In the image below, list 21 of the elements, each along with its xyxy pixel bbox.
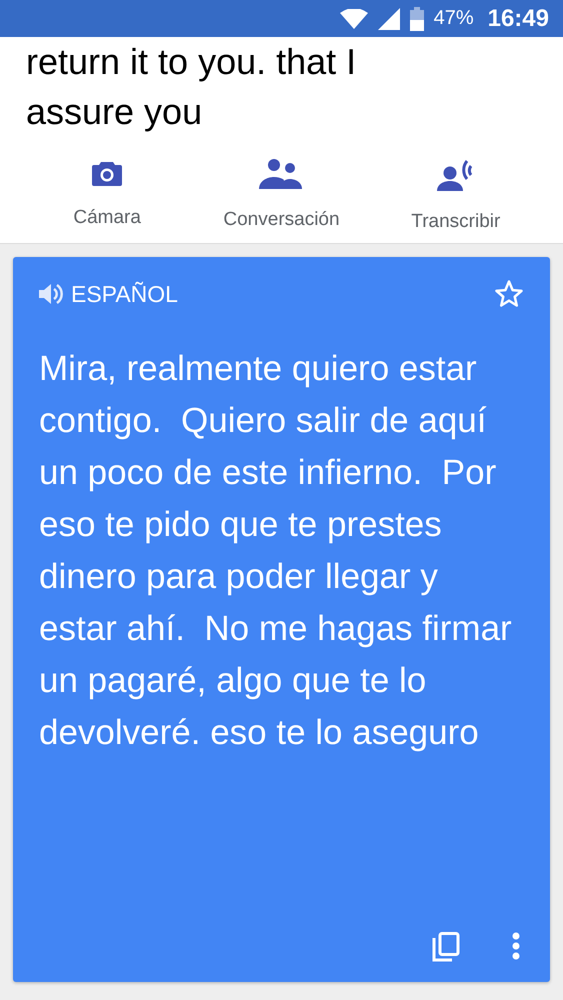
copy-button[interactable]: [432, 932, 460, 962]
translation-text: Mira, realmente quiero estar contigo. Quiero salir de aquí un poco de este infierno. Por eso te pido que te prestes dinero para poder llegar y estar ahí. No me hagas firmar un pagaré, algo que te lo devolveré. eso te lo aseguro: [39, 348, 513, 754]
source-text: return it to you. that I assure you: [26, 40, 358, 134]
copy-icon: [432, 932, 460, 962]
camera-icon: [91, 159, 124, 187]
speaker-icon: [39, 283, 65, 305]
clock-time: 16:49: [488, 4, 549, 32]
star-icon: [494, 279, 524, 309]
star-button[interactable]: [494, 279, 524, 309]
more-button[interactable]: [512, 932, 520, 962]
battery-icon: [410, 6, 424, 30]
battery-percent: 47%: [434, 7, 474, 30]
people-icon: [259, 159, 304, 189]
mode-button[interactable]: Transcribir: [376, 153, 536, 239]
more-icon: [512, 932, 520, 960]
speaker-person-icon: [436, 159, 475, 191]
language-button[interactable]: ESPAÑOL: [39, 280, 178, 308]
wifi-icon: [340, 8, 368, 28]
signal-icon: [378, 8, 400, 30]
mode-button[interactable]: Cámara: [27, 153, 188, 239]
mode-button[interactable]: Conversación: [201, 153, 362, 239]
